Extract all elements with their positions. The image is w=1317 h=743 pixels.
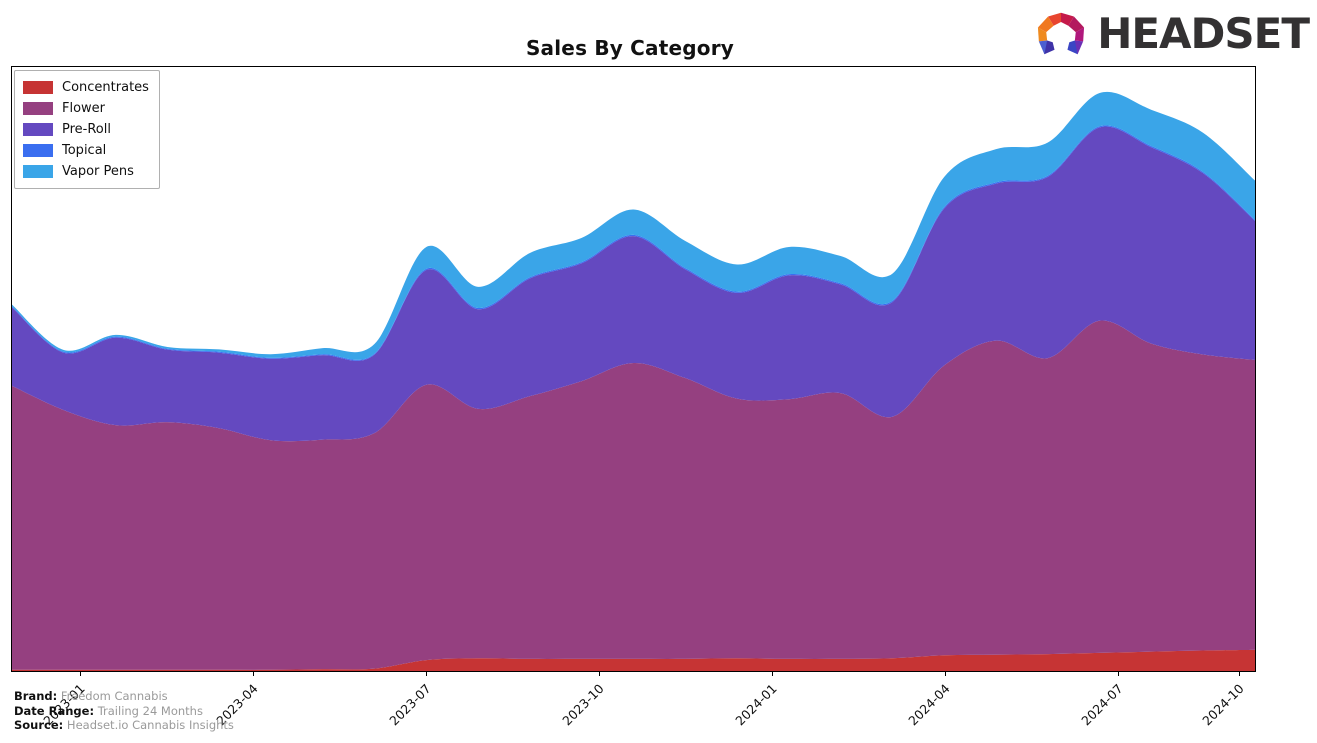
- headset-hexagon-logo-icon: [1038, 12, 1085, 55]
- legend-label: Vapor Pens: [62, 164, 134, 179]
- legend-item[interactable]: Topical: [23, 140, 149, 161]
- x-axis-tick-label: 2023-10: [559, 680, 607, 729]
- footer-row: Source: Headset.io Cannabis Insights: [14, 718, 234, 733]
- legend-item[interactable]: Concentrates: [23, 77, 149, 98]
- x-axis-tick-label: 2024-01: [732, 680, 780, 729]
- legend-item[interactable]: Vapor Pens: [23, 161, 149, 182]
- brand-logo: HEADSET: [1033, 8, 1310, 60]
- footer-row: Brand: Freedom Cannabis: [14, 689, 234, 704]
- footer-label: Source:: [14, 718, 64, 732]
- legend-label: Flower: [62, 101, 106, 116]
- tick-mark: [771, 672, 773, 676]
- tick-mark: [1238, 672, 1240, 676]
- x-axis-tick-label: 2024-04: [904, 680, 953, 729]
- tick-mark: [944, 672, 946, 676]
- footer-row: Date Range: Trailing 24 Months: [14, 704, 234, 719]
- legend-label: Topical: [62, 143, 107, 158]
- footer-label: Date Range:: [14, 703, 95, 718]
- legend-label: Pre-Roll: [62, 122, 111, 137]
- footer-value: Freedom Cannabis: [57, 689, 168, 703]
- chart-footer: Brand: Freedom Cannabis Date Range: Trail…: [14, 689, 234, 733]
- x-axis-tick-label: 2024-07: [1077, 680, 1126, 729]
- stacked-area-chart: [12, 91, 1255, 671]
- chart-legend: Concentrates Flower Pre-Roll Topical Vapor P…: [14, 70, 160, 189]
- legend-item[interactable]: Pre-Roll: [23, 119, 149, 140]
- tick-mark: [253, 672, 255, 676]
- plot-area: [11, 66, 1256, 672]
- legend-label: Concentrates: [62, 80, 149, 95]
- x-axis-tick-label: 2024-10: [1198, 680, 1247, 729]
- footer-value: Trailing 24 Months: [94, 703, 203, 718]
- footer-value: Headset.io Cannabis Insights: [63, 718, 234, 732]
- legend-swatch: [23, 123, 53, 136]
- x-axis-tick-label: 2023-07: [386, 680, 434, 729]
- tick-mark: [80, 672, 82, 676]
- legend-swatch: [23, 144, 53, 157]
- legend-item[interactable]: Flower: [23, 98, 149, 119]
- legend-swatch: [23, 102, 53, 115]
- footer-label: Brand:: [14, 689, 58, 703]
- tick-mark: [1117, 672, 1119, 676]
- chart-page: Sales By Category HEADSET Concentrates Fl…: [0, 0, 1317, 743]
- tick-mark: [425, 672, 427, 676]
- brand-logo-text: HEADSET: [1097, 9, 1310, 58]
- legend-swatch: [23, 165, 53, 178]
- tick-mark: [598, 672, 600, 676]
- legend-swatch: [23, 81, 53, 94]
